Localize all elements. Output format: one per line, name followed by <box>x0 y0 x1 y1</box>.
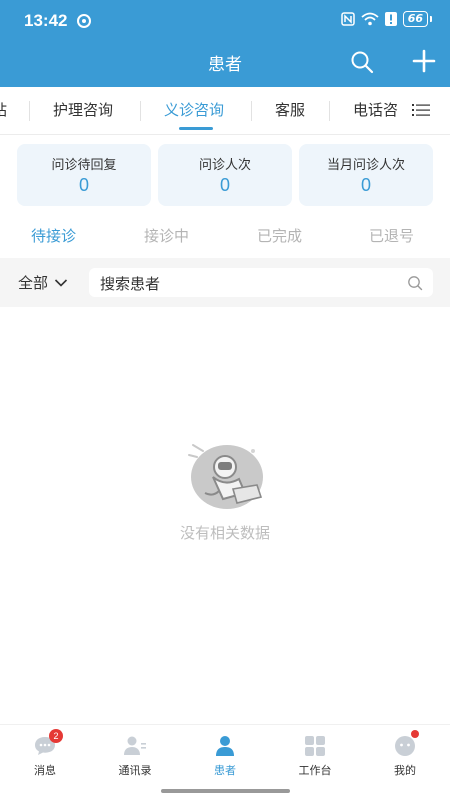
contacts-icon <box>123 735 147 757</box>
tab-divider <box>29 101 30 121</box>
alert-icon <box>384 12 397 26</box>
active-tab-indicator <box>179 127 213 130</box>
home-indicator[interactable] <box>161 789 290 793</box>
stat-card-consult-count[interactable]: 问诊人次 0 <box>158 144 292 206</box>
patient-list-area: 没有相关数据 <box>0 307 450 719</box>
wifi-icon <box>361 12 379 26</box>
tab-divider <box>140 101 141 121</box>
bottom-nav-workbench[interactable]: 工作台 <box>280 735 350 778</box>
page-title: 患者 <box>208 55 242 75</box>
empty-state-astronaut-icon <box>188 444 263 509</box>
status-tab-cancelled[interactable]: 已退号 <box>369 225 414 246</box>
bottom-nav-patients[interactable]: 患者 <box>190 735 260 778</box>
message-badge: 2 <box>49 729 63 743</box>
stat-label: 问诊待回复 <box>51 158 117 173</box>
status-tab-waiting[interactable]: 待接诊 <box>31 225 76 246</box>
status-time: 13:42 <box>24 11 68 30</box>
search-icon[interactable] <box>350 50 374 74</box>
patient-icon <box>213 735 237 757</box>
add-icon[interactable] <box>412 49 436 73</box>
stat-value: 0 <box>360 175 371 195</box>
status-bar: 13:42 66 <box>0 0 450 42</box>
chevron-down-icon <box>54 278 68 287</box>
tab-customer-service[interactable]: 客服 <box>275 87 305 134</box>
stat-label: 当月问诊人次 <box>326 158 405 173</box>
status-tab-completed[interactable]: 已完成 <box>257 225 302 246</box>
status-tabs: 待接诊 接诊中 已完成 已退号 <box>0 215 450 257</box>
profile-face-icon <box>393 730 419 757</box>
bottom-nav-label: 我的 <box>394 764 416 777</box>
filter-bar: 全部 搜索患者 <box>0 258 450 307</box>
tab-partial[interactable]: 站 <box>0 87 7 134</box>
filter-dropdown[interactable]: 全部 <box>18 272 68 293</box>
workbench-grid-icon <box>303 735 327 757</box>
status-tab-in-progress[interactable]: 接诊中 <box>144 225 189 246</box>
menu-list-icon[interactable] <box>412 103 430 117</box>
stat-card-pending-reply[interactable]: 问诊待回复 0 <box>17 144 151 206</box>
message-icon: 2 <box>33 729 63 757</box>
bottom-nav-profile[interactable]: 我的 <box>370 730 440 778</box>
tab-divider <box>329 101 330 121</box>
tab-phone-consult[interactable]: 电话咨 <box>353 87 398 134</box>
app-header: 13:42 66 患者 <box>0 0 450 87</box>
stat-card-monthly-consult-count[interactable]: 当月问诊人次 0 <box>299 144 433 206</box>
tab-nursing-consult[interactable]: 护理咨询 <box>53 87 113 134</box>
stat-value: 0 <box>219 175 230 195</box>
bottom-nav-messages[interactable]: 2 消息 <box>10 729 80 778</box>
tab-divider <box>251 101 252 121</box>
search-placeholder: 搜索患者 <box>100 275 161 293</box>
bottom-nav-contacts[interactable]: 通讯录 <box>100 735 170 778</box>
bottom-nav-label: 患者 <box>214 764 236 777</box>
filter-selected-label: 全部 <box>18 274 49 292</box>
nfc-icon <box>340 12 355 26</box>
search-icon <box>408 276 423 291</box>
stats-row: 问诊待回复 0 问诊人次 0 当月问诊人次 0 <box>17 144 433 206</box>
search-input[interactable]: 搜索患者 <box>89 268 433 297</box>
stat-label: 问诊人次 <box>198 158 251 173</box>
notification-dot-icon <box>77 14 91 28</box>
battery-indicator: 66 <box>402 11 433 27</box>
bottom-nav-label: 工作台 <box>298 764 332 777</box>
empty-state-text: 没有相关数据 <box>179 524 270 542</box>
category-tabs: 站 护理咨询 义诊咨询 客服 电话咨 <box>0 87 450 135</box>
profile-notification-dot <box>411 730 419 738</box>
status-indicators: 66 <box>340 11 433 27</box>
stat-value: 0 <box>78 175 89 195</box>
bottom-nav-label: 通讯录 <box>118 764 152 777</box>
bottom-nav-label: 消息 <box>34 764 56 777</box>
